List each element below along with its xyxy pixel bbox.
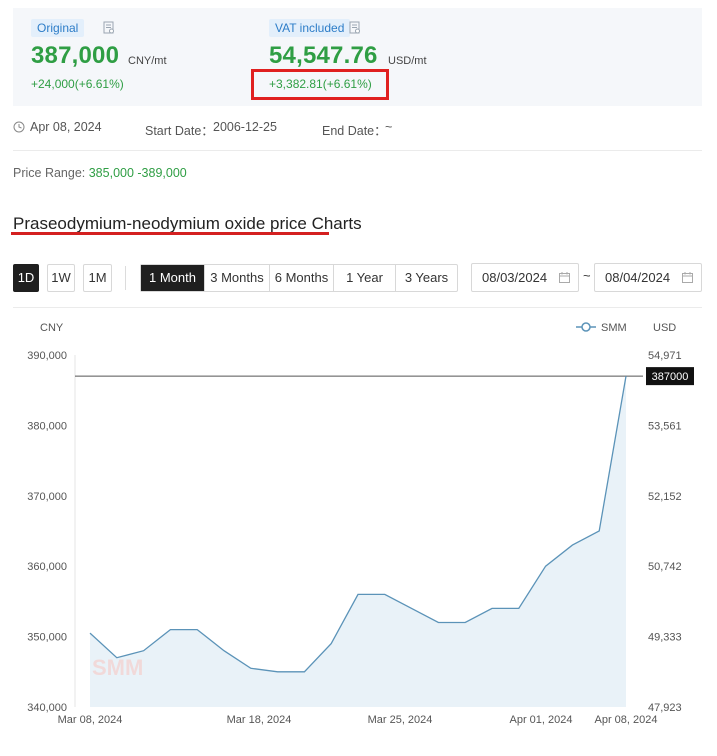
y-tick-label-right: 52,152 xyxy=(648,491,682,503)
y-tick-label-left: 380,000 xyxy=(27,420,67,432)
legend-label: SMM xyxy=(601,322,627,334)
x-tick-label: Mar 18, 2024 xyxy=(227,714,292,726)
y-tick-label-right: 54,971 xyxy=(648,350,682,362)
right-axis-unit: USD xyxy=(653,322,676,334)
x-tick-label: Mar 08, 2024 xyxy=(58,714,123,726)
y-tick-label-right: 50,742 xyxy=(648,561,682,573)
x-tick-label: Apr 08, 2024 xyxy=(595,714,658,726)
y-tick-label-right: 53,561 xyxy=(648,420,682,432)
y-tick-label-left: 350,000 xyxy=(27,632,67,644)
y-tick-label-left: 390,000 xyxy=(27,350,67,362)
price-chart: CNY USD SMM SMM 387000 390,000 380,000 370… xyxy=(27,322,694,726)
y-tick-label-right: 47,923 xyxy=(648,702,682,714)
y-tick-label-left: 370,000 xyxy=(27,491,67,503)
watermark-logo: SMM xyxy=(92,655,143,680)
legend-marker xyxy=(581,322,591,332)
left-axis-unit: CNY xyxy=(40,322,64,334)
last-price-label: 387000 xyxy=(652,371,689,383)
y-tick-label-left: 360,000 xyxy=(27,561,67,573)
x-tick-label: Apr 01, 2024 xyxy=(510,714,573,726)
series-area xyxy=(90,376,626,707)
legend[interactable]: SMM xyxy=(576,322,627,334)
y-tick-label-right: 49,333 xyxy=(648,632,682,644)
x-tick-label: Mar 25, 2024 xyxy=(368,714,433,726)
y-tick-label-left: 340,000 xyxy=(27,702,67,714)
